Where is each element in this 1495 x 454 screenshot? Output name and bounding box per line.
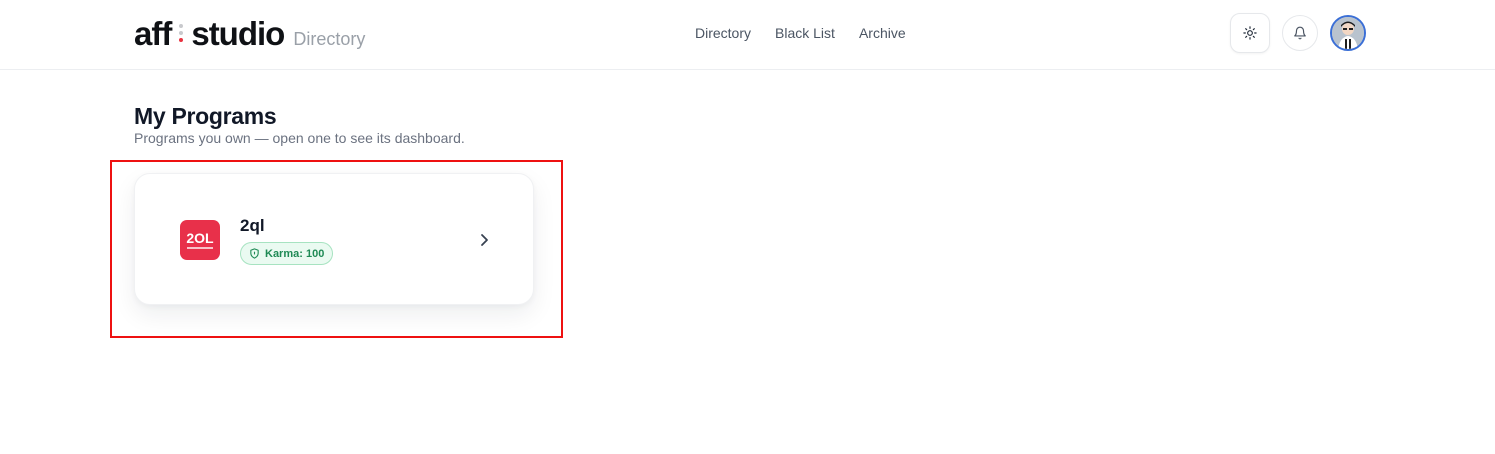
chevron-right-icon [478, 231, 490, 249]
program-name: 2ql [240, 216, 265, 235]
karma-label: Karma: 100 [265, 247, 325, 260]
brand-logo[interactable]: aff studio Directory [134, 14, 365, 54]
top-header: aff studio Directory Directory Black Lis… [0, 0, 1495, 70]
main-nav: Directory Black List Archive [695, 22, 906, 44]
program-logo-text: 2OL [186, 230, 214, 246]
notifications-button[interactable] [1282, 15, 1318, 51]
program-logo-tagline [187, 247, 213, 249]
nav-link-black-list[interactable]: Black List [775, 22, 835, 44]
bell-icon [1294, 26, 1306, 40]
user-avatar[interactable] [1330, 15, 1366, 51]
shield-icon [250, 248, 259, 259]
nav-link-directory[interactable]: Directory [695, 22, 751, 44]
sun-icon [1243, 26, 1257, 40]
page-title: My Programs [134, 103, 277, 129]
page-subtitle: Programs you own — open one to see its d… [134, 130, 465, 146]
program-logo: 2OL [180, 220, 220, 260]
brand-word-left: aff [134, 15, 172, 52]
brand-word-right: studio [191, 15, 285, 52]
karma-badge: Karma: 100 [240, 242, 334, 265]
brand-subtitle: Directory [293, 29, 366, 49]
program-card[interactable]: 2OL 2ql Karma: 100 [134, 173, 534, 305]
theme-toggle-button[interactable] [1230, 13, 1270, 53]
avatar-illustration-icon [1332, 17, 1364, 49]
brand-separator-icon [177, 20, 185, 46]
nav-link-archive[interactable]: Archive [859, 22, 906, 44]
